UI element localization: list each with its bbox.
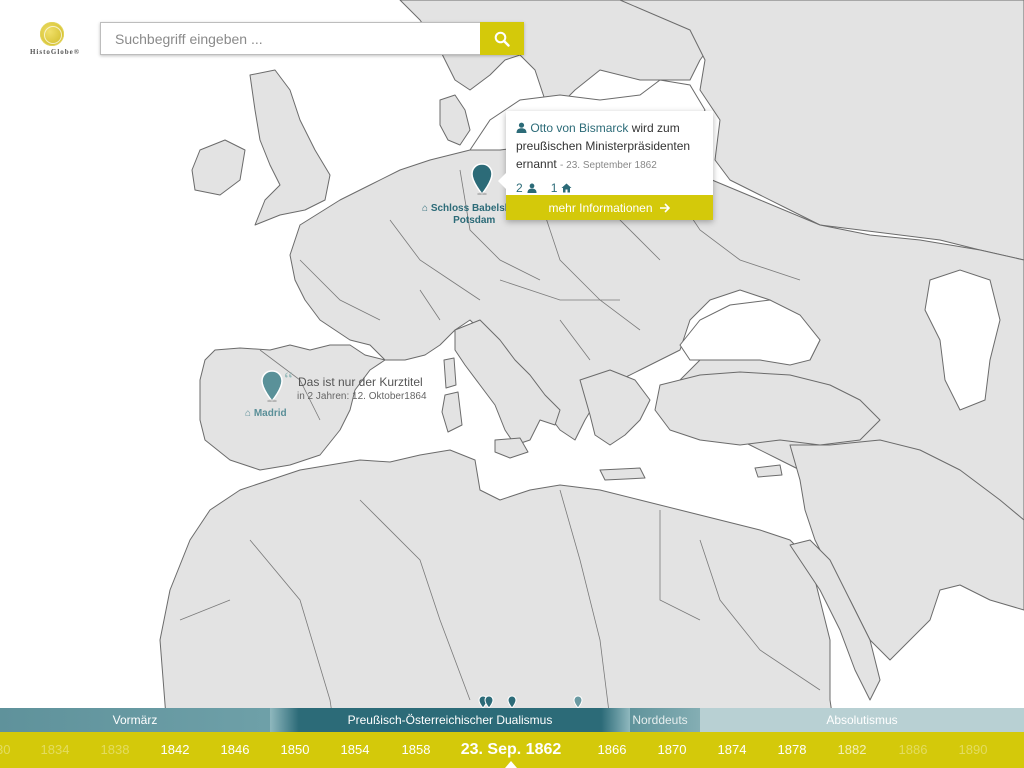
hint-subtitle: in 2 Jahren: 12. Oktober1864 (297, 391, 427, 402)
histoglobe-logo[interactable]: HistoGlobe® (20, 22, 90, 68)
year-tick: 1870 (657, 742, 687, 757)
more-info-button[interactable]: mehr Informationen (506, 195, 713, 220)
event-description: Otto von Bismarck wird zum preußischen M… (516, 119, 703, 175)
year-tick: 1842 (160, 742, 190, 757)
timeline-event-marker[interactable] (484, 695, 494, 709)
land-sardinia (441, 391, 463, 433)
land-corsica (443, 357, 457, 389)
home-icon (561, 183, 572, 193)
marker-label-madrid[interactable]: ⌂ Madrid (245, 408, 287, 420)
home-icon: ⌂ (245, 408, 252, 419)
land-denmark (439, 94, 471, 146)
logo-wordmark: HistoGlobe® (29, 48, 81, 56)
home-icon: ⌂ (422, 203, 429, 214)
year-tick: 1834 (40, 742, 70, 757)
quote-icon: “ (284, 369, 293, 391)
popup-tail (498, 173, 506, 189)
person-icon (516, 122, 527, 133)
year-tick: 1850 (280, 742, 310, 757)
year-tick: 1866 (597, 742, 627, 757)
search-button[interactable] (480, 22, 524, 55)
globe-icon (40, 22, 64, 46)
place-city: Potsdam (453, 215, 496, 226)
year-tick: 1874 (717, 742, 747, 757)
marker-pin-potsdam[interactable] (471, 163, 493, 195)
person-icon (527, 183, 537, 193)
event-date: - 23. September 1862 (560, 160, 657, 171)
year-tick: 1886 (898, 742, 928, 757)
year-tick: 1854 (340, 742, 370, 757)
current-date-pointer (505, 761, 517, 768)
year-tick: 1838 (100, 742, 130, 757)
place-name: Madrid (253, 408, 287, 419)
search-icon (494, 31, 510, 47)
year-tick: 1878 (777, 742, 807, 757)
search-bar (100, 22, 524, 55)
land-ireland (191, 139, 246, 196)
arrow-right-icon (659, 202, 670, 213)
more-info-label: mehr Informationen (548, 200, 653, 215)
epoch-dualismus[interactable]: Preußisch-Österreichischer Dualismus (270, 708, 630, 732)
year-tick: 1830 (0, 742, 11, 757)
epoch-bar: Vormärz Norddeuts Preußisch-Österreichis… (0, 708, 1024, 732)
epoch-absolutismus[interactable]: Absolutismus (700, 708, 1024, 732)
marker-pin-madrid[interactable] (261, 370, 283, 402)
year-tick: 1882 (837, 742, 867, 757)
land-britain (249, 69, 331, 226)
timeline-event-marker[interactable] (573, 695, 583, 709)
year-tick: 1890 (958, 742, 988, 757)
timeline-event-marker[interactable] (507, 695, 517, 709)
histoglobe-app: { "app": {"name": "HistoGlobe", "wordmar… (0, 0, 1024, 768)
land-cyprus (754, 464, 783, 478)
year-tick: 1858 (401, 742, 431, 757)
person-link[interactable]: Otto von Bismarck (530, 121, 628, 135)
land-greece (579, 369, 651, 446)
epoch-vormaerz[interactable]: Vormärz (0, 708, 270, 732)
year-tick: 1846 (220, 742, 250, 757)
event-popup: Otto von Bismarck wird zum preußischen M… (498, 111, 713, 220)
search-input[interactable] (100, 22, 480, 55)
land-crete (599, 467, 646, 481)
hint-title: Das ist nur der Kurztitel (298, 375, 423, 389)
